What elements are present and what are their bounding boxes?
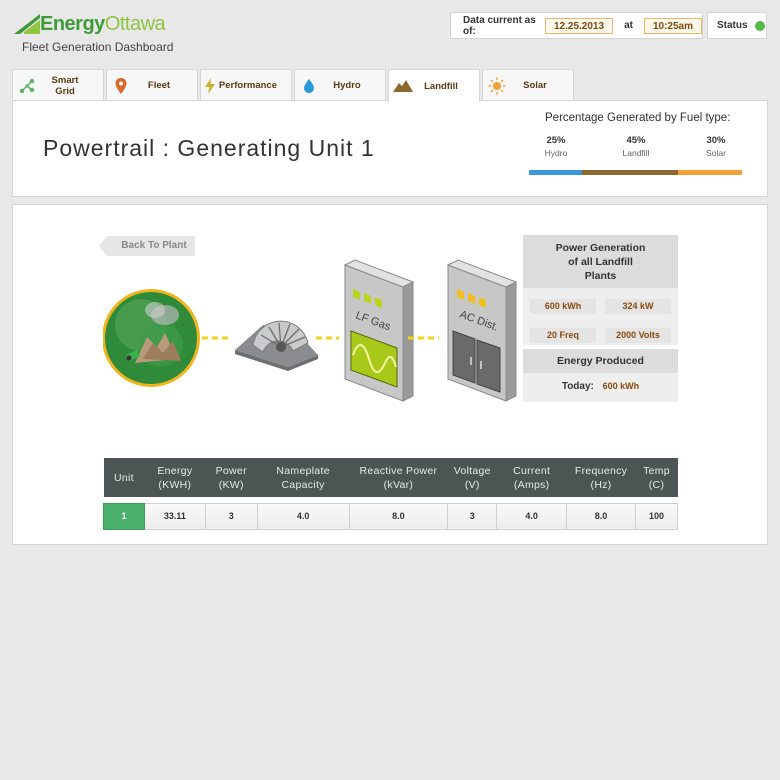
network-icon — [13, 78, 41, 94]
back-to-plant-button[interactable]: Back To Plant — [99, 236, 195, 256]
map-pin-icon — [107, 77, 135, 94]
status-box: Status — [707, 12, 767, 39]
turbine-icon — [235, 320, 318, 371]
power-generation-card: Power Generation of all Landfill Plants … — [523, 235, 678, 345]
cell-nameplate: 4.0 — [256, 502, 350, 530]
at-label: at — [624, 20, 633, 31]
col-reactive-power: Reactive Power (kVar) — [349, 458, 448, 497]
cell-current: 4.0 — [496, 502, 568, 530]
col-frequency: Frequency (Hz) — [566, 458, 636, 497]
table-row[interactable]: 1 33.11 3 4.0 8.0 3 4.0 8.0 100 — [103, 502, 678, 530]
col-energy: Energy (KWH) — [144, 458, 206, 497]
pg-freq-value: 20 Freq — [530, 328, 596, 343]
table-header-row: Unit Energy (KWH) Power (KW) Nameplate Capa… — [103, 458, 678, 497]
today-value: 600 kWh — [602, 381, 640, 391]
energy-produced-card: Energy Produced Today: 600 kWh — [523, 349, 678, 402]
data-current-label: Data current as of: — [463, 14, 536, 37]
tab-label: Solar — [523, 80, 547, 91]
ac-dist-cabinet-icon — [446, 259, 518, 402]
tab-fleet[interactable]: Fleet — [106, 69, 198, 101]
dashboard-subtitle: Fleet Generation Dashboard — [22, 40, 174, 54]
col-nameplate: Nameplate Capacity — [257, 458, 350, 497]
unit-header-panel: Powertrail : Generating Unit 1 Percentag… — [12, 100, 768, 197]
lf-gas-cabinet-icon — [343, 259, 415, 402]
page-title: Powertrail : Generating Unit 1 — [43, 135, 375, 161]
power-generation-title: Power Generation of all Landfill Plants — [523, 235, 678, 288]
generation-flow-diagram: LF Gas AC Dist. — [103, 259, 518, 402]
tab-hydro[interactable]: Hydro — [294, 69, 386, 101]
fuel-name: Hydro — [544, 148, 568, 158]
pg-power-value: 324 kW — [605, 299, 671, 314]
cell-voltage: 3 — [447, 502, 498, 530]
fuel-percentage-list: 25% Hydro 45% Landfill 30% Solar — [529, 135, 743, 158]
fuel-value: 25% — [546, 135, 566, 146]
col-power: Power (KW) — [205, 458, 258, 497]
status-indicator — [754, 20, 765, 31]
fuel-value: 30% — [706, 135, 726, 146]
landfill-site-icon — [103, 289, 200, 387]
fuel-bar-segment-landfill — [582, 170, 679, 175]
date-field[interactable]: 12.25.2013 — [545, 17, 614, 34]
tab-smart-grid[interactable]: Smart Grid — [12, 69, 104, 101]
tab-label: Hydro — [333, 80, 361, 91]
tab-label: Fleet — [147, 80, 171, 91]
energy-produced-title: Energy Produced — [523, 349, 678, 373]
cell-energy: 33.11 — [143, 502, 206, 530]
tab-label: Smart Grid — [51, 74, 79, 97]
col-unit: Unit — [103, 458, 145, 497]
data-current-box: Data current as of: 12.25.2013 at 10:25a… — [450, 12, 703, 39]
cell-unit[interactable]: 1 — [103, 502, 145, 530]
unit-data-table: Unit Energy (KWH) Power (KW) Nameplate Capa… — [103, 458, 678, 530]
tab-landfill[interactable]: Landfill — [388, 69, 480, 102]
pg-volts-value: 2000 Volts — [605, 328, 671, 343]
cell-power: 3 — [204, 502, 258, 530]
brand-energy: Energy — [40, 13, 105, 35]
brand-city: Ottawa — [104, 13, 166, 35]
cell-reactive-power: 8.0 — [348, 502, 449, 530]
fuel-value: 45% — [626, 135, 646, 146]
main-tabs: Smart Grid Fleet Performance Hydro Landf… — [12, 69, 576, 102]
fuel-bar-segment-solar — [678, 170, 742, 175]
tab-label: Performance — [218, 80, 277, 91]
time-field[interactable]: 10:25am — [643, 17, 702, 34]
fuel-item-landfill: 45% Landfill — [609, 135, 663, 158]
col-current: Current (Amps) — [496, 458, 567, 497]
fuel-percentage-bar — [529, 170, 742, 175]
lightning-icon — [201, 77, 219, 94]
today-label: Today: — [561, 381, 594, 392]
tab-performance[interactable]: Performance — [200, 69, 292, 101]
col-voltage: Voltage (V) — [447, 458, 497, 497]
fuel-item-hydro: 25% Hydro — [529, 135, 583, 158]
fuel-bar-segment-hydro — [529, 170, 583, 175]
unit-detail-panel: Back To Plant LF Gas AC Dist. Power Gene… — [12, 204, 768, 545]
landfill-hill-icon — [389, 80, 417, 92]
fuel-percentage-title: Percentage Generated by Fuel type: — [545, 112, 731, 124]
fuel-name: Landfill — [622, 148, 650, 158]
sun-icon — [483, 77, 511, 95]
cell-frequency: 8.0 — [566, 502, 637, 530]
fuel-name: Solar — [706, 148, 726, 158]
cell-temp: 100 — [635, 502, 678, 530]
tab-solar[interactable]: Solar — [482, 69, 574, 101]
fuel-item-solar: 30% Solar — [689, 135, 743, 158]
leaf-logo-icon — [14, 12, 40, 36]
status-label: Status — [717, 20, 748, 31]
col-temp: Temp (C) — [635, 458, 678, 497]
energy-ottawa-logo: EnergyOttawa — [14, 12, 166, 36]
pg-energy-value: 600 kWh — [530, 299, 596, 314]
tab-label: Landfill — [424, 80, 458, 92]
water-drop-icon — [295, 78, 323, 93]
